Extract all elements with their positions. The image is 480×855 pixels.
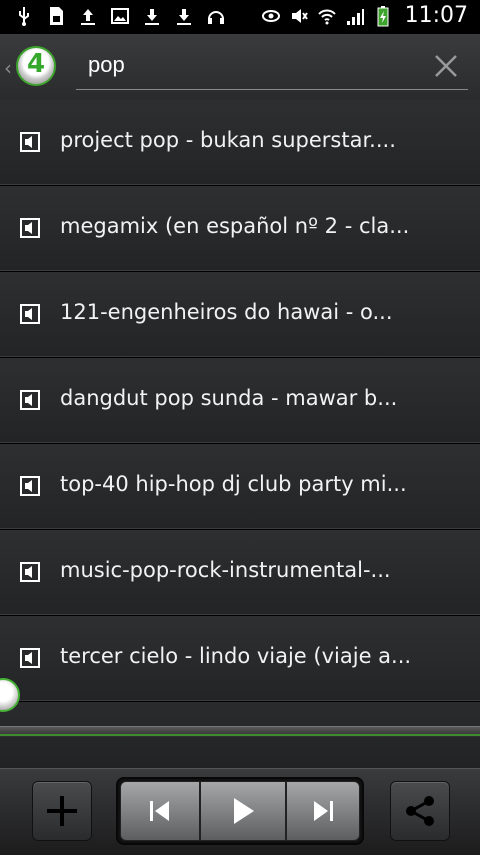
list-item[interactable]: megamix (en español nº 2 - cla... bbox=[0, 186, 480, 272]
download-icon bbox=[177, 9, 191, 25]
headphones-icon bbox=[208, 11, 224, 24]
audio-file-icon bbox=[20, 390, 40, 410]
list-item[interactable]: music-pop-rock-instrumental-... bbox=[0, 530, 480, 616]
status-time: 11:07 bbox=[404, 3, 468, 28]
player-controls bbox=[0, 768, 480, 855]
share-icon bbox=[406, 796, 434, 826]
wifi-icon bbox=[317, 9, 336, 24]
list-item-title: top-40 hip-hop dj club party mi... bbox=[60, 472, 407, 496]
eye-icon bbox=[261, 9, 280, 22]
signal-icon bbox=[346, 8, 364, 25]
list-item[interactable]: dangdut pop sunda - mawar b... bbox=[0, 358, 480, 444]
audio-file-icon bbox=[20, 132, 40, 152]
play-icon bbox=[234, 798, 254, 824]
app-logo-text: 4 bbox=[26, 49, 46, 79]
status-right-icons: 11:07 bbox=[261, 3, 468, 28]
audio-file-icon bbox=[20, 218, 40, 238]
audio-file-icon bbox=[20, 304, 40, 324]
next-button[interactable] bbox=[286, 781, 360, 841]
search-bar: ‹ 4 bbox=[0, 34, 480, 101]
plus-icon bbox=[47, 796, 77, 826]
image-icon bbox=[111, 8, 129, 24]
download-icon bbox=[145, 9, 159, 25]
status-bar: 11:07 bbox=[0, 0, 480, 34]
app-logo[interactable]: 4 bbox=[16, 46, 56, 86]
results-list: project pop - bukan superstar.... megami… bbox=[0, 100, 480, 702]
status-left-icons bbox=[14, 5, 226, 27]
sd-card-icon bbox=[50, 7, 63, 25]
audio-file-icon bbox=[20, 476, 40, 496]
list-item[interactable]: 121-engenheiros do hawai - o... bbox=[0, 272, 480, 358]
close-icon[interactable] bbox=[430, 50, 462, 82]
search-input[interactable] bbox=[76, 44, 468, 90]
list-item[interactable]: tercer cielo - lindo viaje (viaje a... bbox=[0, 616, 480, 702]
skip-next-icon bbox=[314, 801, 333, 821]
audio-file-icon bbox=[20, 562, 40, 582]
skip-previous-icon bbox=[150, 801, 169, 821]
previous-button[interactable] bbox=[120, 781, 200, 841]
list-item-title: project pop - bukan superstar.... bbox=[60, 128, 396, 152]
list-item-title: tercer cielo - lindo viaje (viaje a... bbox=[60, 644, 412, 668]
play-button[interactable] bbox=[200, 781, 286, 841]
battery-charging-icon bbox=[377, 5, 389, 26]
list-item-title: dangdut pop sunda - mawar b... bbox=[60, 386, 398, 410]
share-button[interactable] bbox=[390, 781, 450, 841]
add-button[interactable] bbox=[32, 781, 92, 841]
list-item-title: music-pop-rock-instrumental-... bbox=[60, 558, 391, 582]
mute-icon bbox=[291, 8, 308, 23]
list-item-title: 121-engenheiros do hawai - o... bbox=[60, 300, 393, 324]
transport-controls bbox=[116, 777, 364, 845]
back-chevron-icon[interactable]: ‹ bbox=[4, 56, 12, 80]
audio-file-icon bbox=[20, 648, 40, 668]
upload-icon bbox=[81, 9, 95, 25]
list-item-title: megamix (en español nº 2 - cla... bbox=[60, 214, 410, 238]
usb-icon bbox=[19, 7, 29, 26]
seek-bar-glow bbox=[0, 734, 480, 736]
list-item[interactable]: project pop - bukan superstar.... bbox=[0, 100, 480, 186]
list-item[interactable]: top-40 hip-hop dj club party mi... bbox=[0, 444, 480, 530]
